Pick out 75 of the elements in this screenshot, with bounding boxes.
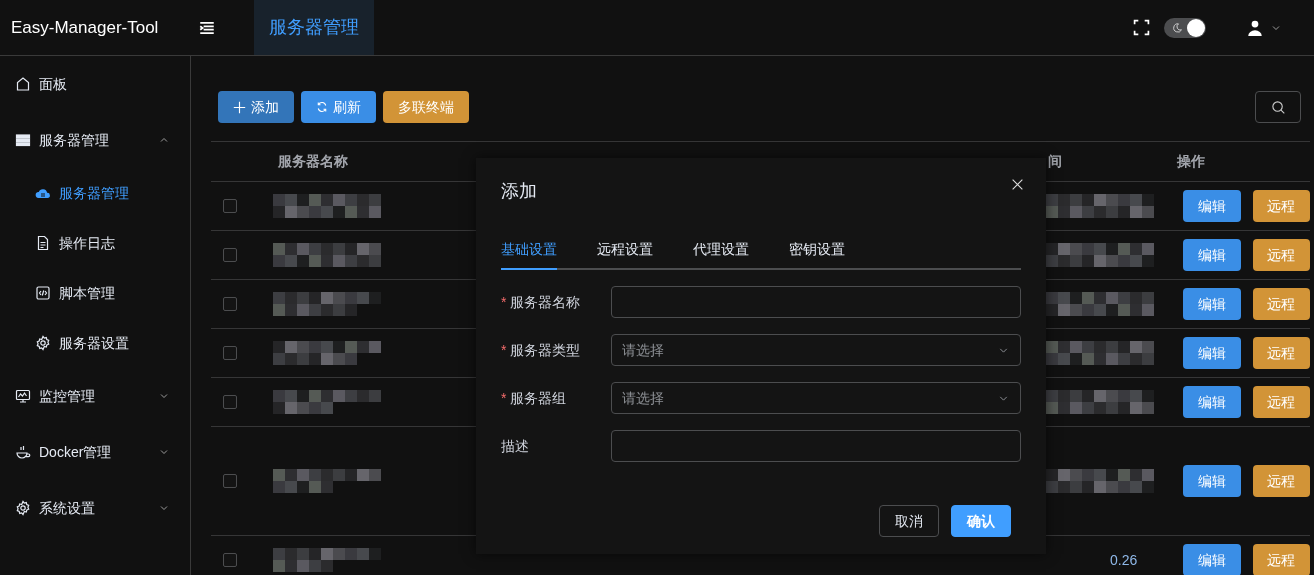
row-checkbox[interactable] [223,395,237,409]
refresh-button[interactable]: 刷新 [301,91,376,123]
moon-icon [1171,21,1183,34]
remote-button[interactable]: 远程 [1252,465,1310,497]
edit-button[interactable]: 编辑 [1183,465,1241,497]
field-label: 服务器组 [510,388,567,408]
field-label: 服务器类型 [510,340,581,360]
remote-button[interactable]: 远程 [1252,337,1310,369]
page-tab[interactable]: 服务器管理 [254,0,374,55]
cancel-button[interactable]: 取消 [879,505,939,537]
dialog-tab[interactable]: 密钥设置 [789,239,845,270]
field-label: 服务器名称 [510,292,581,312]
dialog-title: 添加 [501,180,537,203]
server-icon [15,132,31,148]
close-icon [1011,178,1024,191]
remote-button[interactable]: 远程 [1252,386,1310,418]
sidebar-item[interactable]: Docker管理 [0,424,190,480]
dialog-tab[interactable]: 远程设置 [597,239,653,270]
row-checkbox[interactable] [223,199,237,213]
add-button[interactable]: 添加 [218,91,294,123]
sidebar-item[interactable]: 服务器管理 [0,168,190,218]
remote-button[interactable]: 远程 [1252,288,1310,320]
row-checkbox[interactable] [223,553,237,567]
remote-button[interactable]: 远程 [1252,544,1310,575]
input-field[interactable] [611,430,1021,462]
terminal-button[interactable]: 多联终端 [383,91,469,123]
edit-button[interactable]: 编辑 [1183,544,1241,575]
row-checkbox[interactable] [223,474,237,488]
edit-button[interactable]: 编辑 [1183,386,1241,418]
user-icon [1246,18,1264,37]
dialog-tab[interactable]: 基础设置 [501,239,557,270]
required-mark: * [501,292,507,312]
dialog-tab[interactable]: 代理设置 [693,239,749,270]
input-field[interactable] [611,286,1021,318]
fullscreen-icon [1133,19,1150,36]
sidebar-item[interactable]: 面板 [0,56,190,112]
cup-icon [15,444,31,460]
table-cell-text: 0.26 [1110,550,1138,570]
edit-button[interactable]: 编辑 [1183,239,1241,271]
app-title: Easy-Manager-Tool [10,16,160,39]
close-button[interactable] [1011,178,1024,191]
field-label: 描述 [501,436,529,456]
code-icon [35,285,51,301]
document-icon [35,235,51,251]
home-icon [15,76,31,92]
remote-button[interactable]: 远程 [1252,239,1310,271]
sidebar-item[interactable]: 脚本管理 [0,268,190,318]
column-header: 间 [1048,152,1063,171]
select-field[interactable]: 请选择 [611,334,1021,366]
column-header: 操作 [1177,152,1206,171]
gear-icon [15,500,31,516]
sidebar-item[interactable]: 监控管理 [0,368,190,424]
edit-button[interactable]: 编辑 [1183,190,1241,222]
remote-button[interactable]: 远程 [1252,190,1310,222]
edit-button[interactable]: 编辑 [1183,288,1241,320]
required-mark: * [501,388,507,408]
edit-button[interactable]: 编辑 [1183,337,1241,369]
row-checkbox[interactable] [223,346,237,360]
select-field[interactable]: 请选择 [611,382,1021,414]
plus-icon [233,100,246,114]
gear-icon [35,335,51,351]
sidebar-item[interactable]: 系统设置 [0,480,190,536]
search-button[interactable] [1255,91,1301,123]
theme-switch[interactable] [1164,17,1206,38]
sidebar-item[interactable]: 服务器设置 [0,318,190,368]
required-mark: * [501,340,507,360]
sidebar-item[interactable]: 服务器管理 [0,112,190,168]
refresh-icon [316,101,328,113]
sidebar-item[interactable]: 操作日志 [0,218,190,268]
search-icon [1270,99,1286,115]
monitor-icon [15,388,31,404]
column-header: 服务器名称 [278,152,349,171]
confirm-button[interactable]: 确认 [951,505,1011,537]
row-checkbox[interactable] [223,248,237,262]
row-checkbox[interactable] [223,297,237,311]
